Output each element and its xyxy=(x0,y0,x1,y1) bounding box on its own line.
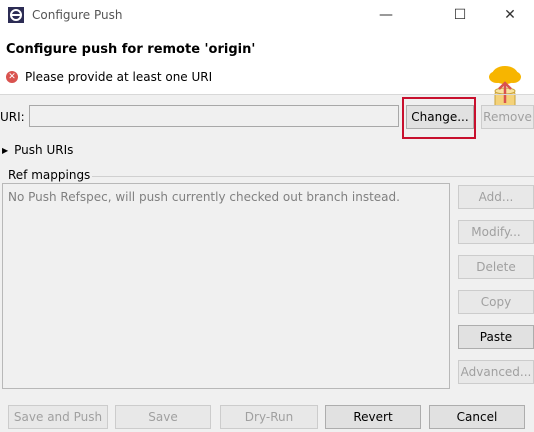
revert-button[interactable]: Revert xyxy=(325,405,421,429)
wizard-header: Configure push for remote 'origin' ✕ Ple… xyxy=(0,30,534,118)
paste-button[interactable]: Paste xyxy=(458,325,534,349)
change-button-highlight xyxy=(402,97,476,139)
push-uris-toggle[interactable]: ▶ Push URIs xyxy=(2,143,73,157)
ref-mappings-empty-text: No Push Refspec, will push currently che… xyxy=(8,190,400,204)
advanced-button[interactable]: Advanced... xyxy=(458,360,534,384)
maximize-icon: ☐ xyxy=(453,7,467,23)
maximize-button[interactable]: ☐ xyxy=(440,0,480,30)
save-button[interactable]: Save xyxy=(115,405,211,429)
error-message: Please provide at least one URI xyxy=(25,70,213,84)
window-title: Configure Push xyxy=(32,8,123,22)
delete-button[interactable]: Delete xyxy=(458,255,534,279)
ref-mappings-label: Ref mappings xyxy=(8,168,91,182)
ref-mappings-list[interactable] xyxy=(2,183,450,389)
dry-run-button[interactable]: Dry-Run xyxy=(220,405,318,429)
error-icon: ✕ xyxy=(6,71,18,83)
expand-arrow-icon: ▶ xyxy=(2,146,9,155)
push-uris-label: Push URIs xyxy=(14,143,74,157)
close-button[interactable]: ✕ xyxy=(490,0,530,30)
page-title: Configure push for remote 'origin' xyxy=(6,42,256,57)
header-separator xyxy=(0,94,534,95)
ref-mappings-divider xyxy=(92,176,534,177)
close-icon: ✕ xyxy=(504,7,516,23)
cancel-button[interactable]: Cancel xyxy=(429,405,525,429)
uri-label: URI: xyxy=(0,110,25,124)
app-icon xyxy=(8,7,24,23)
modify-button[interactable]: Modify... xyxy=(458,220,534,244)
copy-button[interactable]: Copy xyxy=(458,290,534,314)
minimize-icon: — xyxy=(379,7,393,23)
minimize-button[interactable]: — xyxy=(366,0,406,30)
title-bar: Configure Push — ☐ ✕ xyxy=(0,0,534,30)
remove-button[interactable]: Remove xyxy=(481,105,534,129)
add-button[interactable]: Add... xyxy=(458,185,534,209)
save-and-push-button[interactable]: Save and Push xyxy=(8,405,108,429)
uri-input[interactable] xyxy=(29,105,399,127)
